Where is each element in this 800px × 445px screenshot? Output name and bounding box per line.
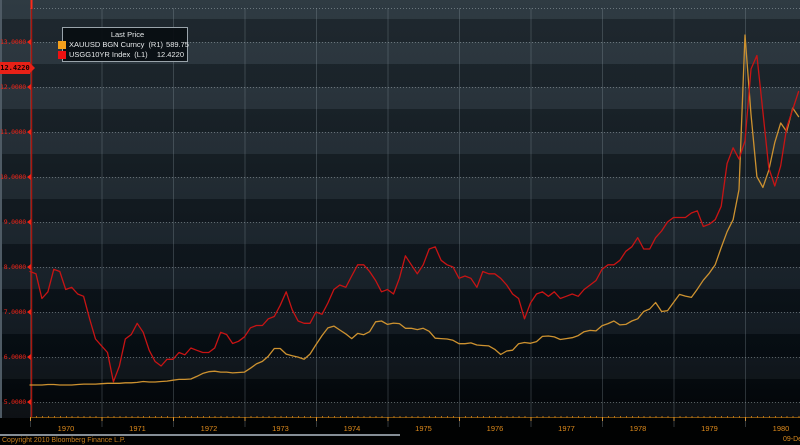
axis-tick-arrow-icon <box>27 84 31 90</box>
axis-tick-arrow-icon <box>27 129 31 135</box>
bloomberg-chart-window: 13.0000 12.0000 11.0000 10.0000 9.0000 8.0000… <box>0 0 800 445</box>
y-axis-label: 11.0000 <box>0 127 31 137</box>
x-axis-label: 1980 <box>772 424 790 433</box>
x-axis-label: 1972 <box>200 424 218 433</box>
chart-plot-area[interactable] <box>0 0 800 445</box>
y-axis-label: 12.0000 <box>0 82 31 92</box>
axis-tick-arrow-icon <box>27 174 31 180</box>
x-axis-label: 1973 <box>272 424 289 433</box>
y-axis-label: 8.0000 <box>0 262 31 272</box>
x-axis-label: 1977 <box>558 424 575 433</box>
last-price-marker: 12.4220 <box>0 62 35 74</box>
legend[interactable]: Last Price XAUUSD BGN Curncy (R1) 589.75… <box>58 27 189 62</box>
x-axis-label: 1975 <box>415 424 432 433</box>
y-axis-label: 10.0000 <box>0 172 31 182</box>
y-axis-label: 9.0000 <box>0 217 31 227</box>
clipped-date-text: 09-De <box>783 436 800 443</box>
legend-series-name: USGG10YR Index <box>69 50 131 59</box>
legend-series-scale: (R1) <box>148 40 164 49</box>
legend-item-xauusd[interactable]: XAUUSD BGN Curncy (R1) 589.75 <box>58 40 189 49</box>
axis-tick-arrow-icon <box>27 399 31 405</box>
axis-tick-arrow-icon <box>27 354 31 360</box>
x-axis-label: 1974 <box>343 424 361 433</box>
legend-series-value: 589.75 <box>166 40 189 49</box>
legend-series-value: 12.4220 <box>156 50 184 59</box>
axis-tick-arrow-icon <box>27 39 31 45</box>
x-axis-label: 1979 <box>701 424 718 433</box>
x-axis-label: 1970 <box>57 424 75 433</box>
window-separator-line <box>0 434 400 436</box>
y-axis-label: 7.0000 <box>0 307 31 317</box>
x-axis-label: 1971 <box>129 424 146 433</box>
axis-tick-arrow-icon <box>27 264 31 270</box>
axis-tick-arrow-icon <box>27 219 31 225</box>
axis-tick-arrow-icon <box>27 309 31 315</box>
legend-title: Last Price <box>110 30 145 39</box>
copyright-text: Copyright 2010 Bloomberg Finance L.P. <box>2 437 126 444</box>
legend-series-scale: (L1) <box>134 50 148 59</box>
usgg10yr-swatch-icon <box>58 50 66 59</box>
y-axis-label: 13.0000 <box>0 37 31 47</box>
legend-item-usgg10yr[interactable]: USGG10YR Index (L1) 12.4220 <box>58 50 184 59</box>
x-axis-label: 1976 <box>486 424 504 433</box>
series-line-usgg10yr[interactable] <box>29 54 800 383</box>
y-axis-label: 6.0000 <box>0 352 31 362</box>
y-axis-label: 5.0000 <box>0 397 31 407</box>
x-axis-label: 1978 <box>629 424 647 433</box>
legend-series-name: XAUUSD BGN Curncy <box>69 40 145 49</box>
xauusd-swatch-icon <box>58 40 66 49</box>
